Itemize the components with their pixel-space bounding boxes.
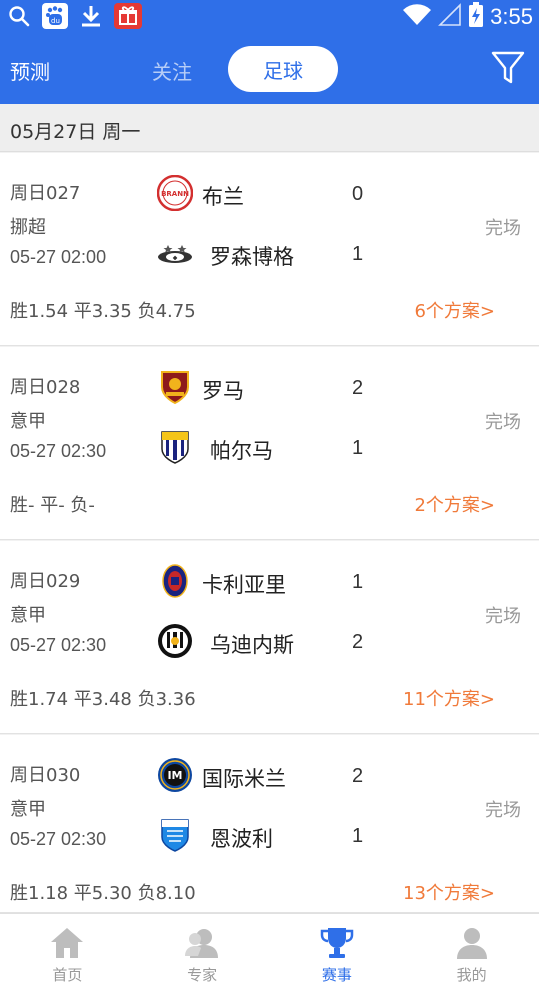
date-header: 05月27日 周一 (0, 104, 539, 152)
team-logo (157, 563, 193, 599)
expert-icon (185, 929, 219, 958)
team-logo (157, 623, 193, 659)
match-code: 周日027 (10, 183, 81, 204)
match-card[interactable]: 周日029 意甲 05-27 02:30 卡利亚里 1 乌迪内斯 2 完场 胜1… (0, 541, 539, 734)
match-time: 05-27 02:30 (10, 635, 107, 655)
plans-link[interactable]: 2个方案> (414, 491, 495, 517)
team-logo (157, 429, 193, 465)
wifi-icon (402, 3, 432, 31)
download-icon (78, 3, 104, 29)
match-league: 挪超 (10, 217, 46, 238)
tab-follow[interactable]: 关注 (152, 56, 192, 85)
search-icon (6, 3, 32, 29)
home-icon (51, 928, 84, 958)
away-team-name: 乌迪内斯 (210, 633, 294, 657)
trophy-icon (320, 928, 354, 958)
nav-home[interactable]: 首页 (0, 914, 135, 987)
home-score: 1 (352, 571, 364, 593)
home-team-name: 国际米兰 (202, 767, 286, 791)
status-bar-left: du (6, 3, 142, 29)
baidu-app-icon: du (42, 3, 68, 29)
svg-text:IM: IM (167, 769, 182, 782)
match-time: 05-27 02:30 (10, 441, 107, 461)
match-league: 意甲 (10, 605, 46, 626)
filter-icon (491, 51, 525, 84)
filter-button[interactable] (491, 50, 525, 86)
tab-predict[interactable]: 预测 (10, 56, 50, 85)
match-odds: 胜1.74 平3.48 负3.36 (10, 689, 196, 710)
match-status: 完场 (485, 800, 521, 821)
status-bar-right: 3:55 (402, 2, 533, 32)
match-time: 05-27 02:00 (10, 247, 107, 267)
nav-label: 我的 (456, 966, 487, 984)
nav-events[interactable]: 赛事 (270, 914, 405, 987)
match-card[interactable]: 周日030 意甲 05-27 02:30 IM 国际米兰 2 恩波利 1 完场 … (0, 735, 539, 913)
cell-signal-icon (438, 3, 462, 31)
nav-label: 专家 (187, 966, 218, 984)
home-team-name: 布兰 (202, 185, 244, 209)
match-card[interactable]: 周日028 意甲 05-27 02:30 罗马 2 帕尔马 1 完场 胜- 平-… (0, 347, 539, 540)
away-team-name: 恩波利 (210, 827, 273, 851)
nav-label: 赛事 (321, 966, 352, 984)
svg-text:du: du (51, 17, 60, 25)
status-bar: du 3:55 (0, 0, 539, 34)
nav-expert[interactable]: 专家 (135, 914, 270, 987)
team-logo: BRANN (156, 174, 194, 212)
match-code: 周日030 (10, 765, 81, 786)
team-logo: ◆ (157, 235, 193, 271)
match-status: 完场 (485, 412, 521, 433)
match-card[interactable]: 周日027 挪超 05-27 02:00 BRANN 布兰 0 ◆ 罗森博格 1… (0, 153, 539, 346)
match-league: 意甲 (10, 411, 46, 432)
match-code: 周日029 (10, 571, 81, 592)
plans-link[interactable]: 6个方案> (414, 297, 495, 323)
home-team-name: 卡利亚里 (202, 573, 286, 597)
home-score: 2 (352, 377, 364, 399)
nav-label: 首页 (52, 966, 83, 984)
match-league: 意甲 (10, 799, 46, 820)
svg-text:◆: ◆ (173, 255, 178, 262)
match-odds: 胜1.54 平3.35 负4.75 (10, 301, 196, 322)
match-code: 周日028 (10, 377, 81, 398)
match-odds: 胜1.18 平5.30 负8.10 (10, 883, 196, 904)
match-time: 05-27 02:30 (10, 829, 107, 849)
bottom-nav: 首页 专家 赛事 我的 (0, 913, 539, 987)
nav-mine[interactable]: 我的 (404, 914, 539, 987)
date-label: 05月27日 周一 (10, 121, 141, 143)
away-score: 1 (352, 437, 364, 459)
away-score: 2 (352, 631, 364, 653)
clock: 3:55 (490, 4, 533, 29)
home-score: 2 (352, 765, 364, 787)
team-logo (157, 369, 193, 405)
away-score: 1 (352, 243, 364, 265)
match-status: 完场 (485, 606, 521, 627)
gift-app-icon (114, 3, 142, 29)
tab-football[interactable]: 足球 (228, 46, 338, 92)
user-icon (456, 928, 487, 959)
app-header: 预测 关注 足球 (0, 34, 539, 104)
away-score: 1 (352, 825, 364, 847)
match-status: 完场 (485, 218, 521, 239)
away-team-name: 帕尔马 (210, 439, 273, 463)
brann-logo-text: BRANN (161, 190, 189, 198)
match-odds: 胜- 平- 负- (10, 495, 95, 516)
home-score: 0 (352, 183, 364, 205)
home-team-name: 罗马 (202, 379, 244, 403)
team-logo: IM (157, 757, 193, 793)
away-team-name: 罗森博格 (210, 245, 294, 269)
plans-link[interactable]: 11个方案> (403, 685, 495, 711)
plans-link[interactable]: 13个方案> (403, 879, 495, 905)
battery-charging-icon (468, 2, 484, 32)
team-logo (157, 817, 193, 853)
